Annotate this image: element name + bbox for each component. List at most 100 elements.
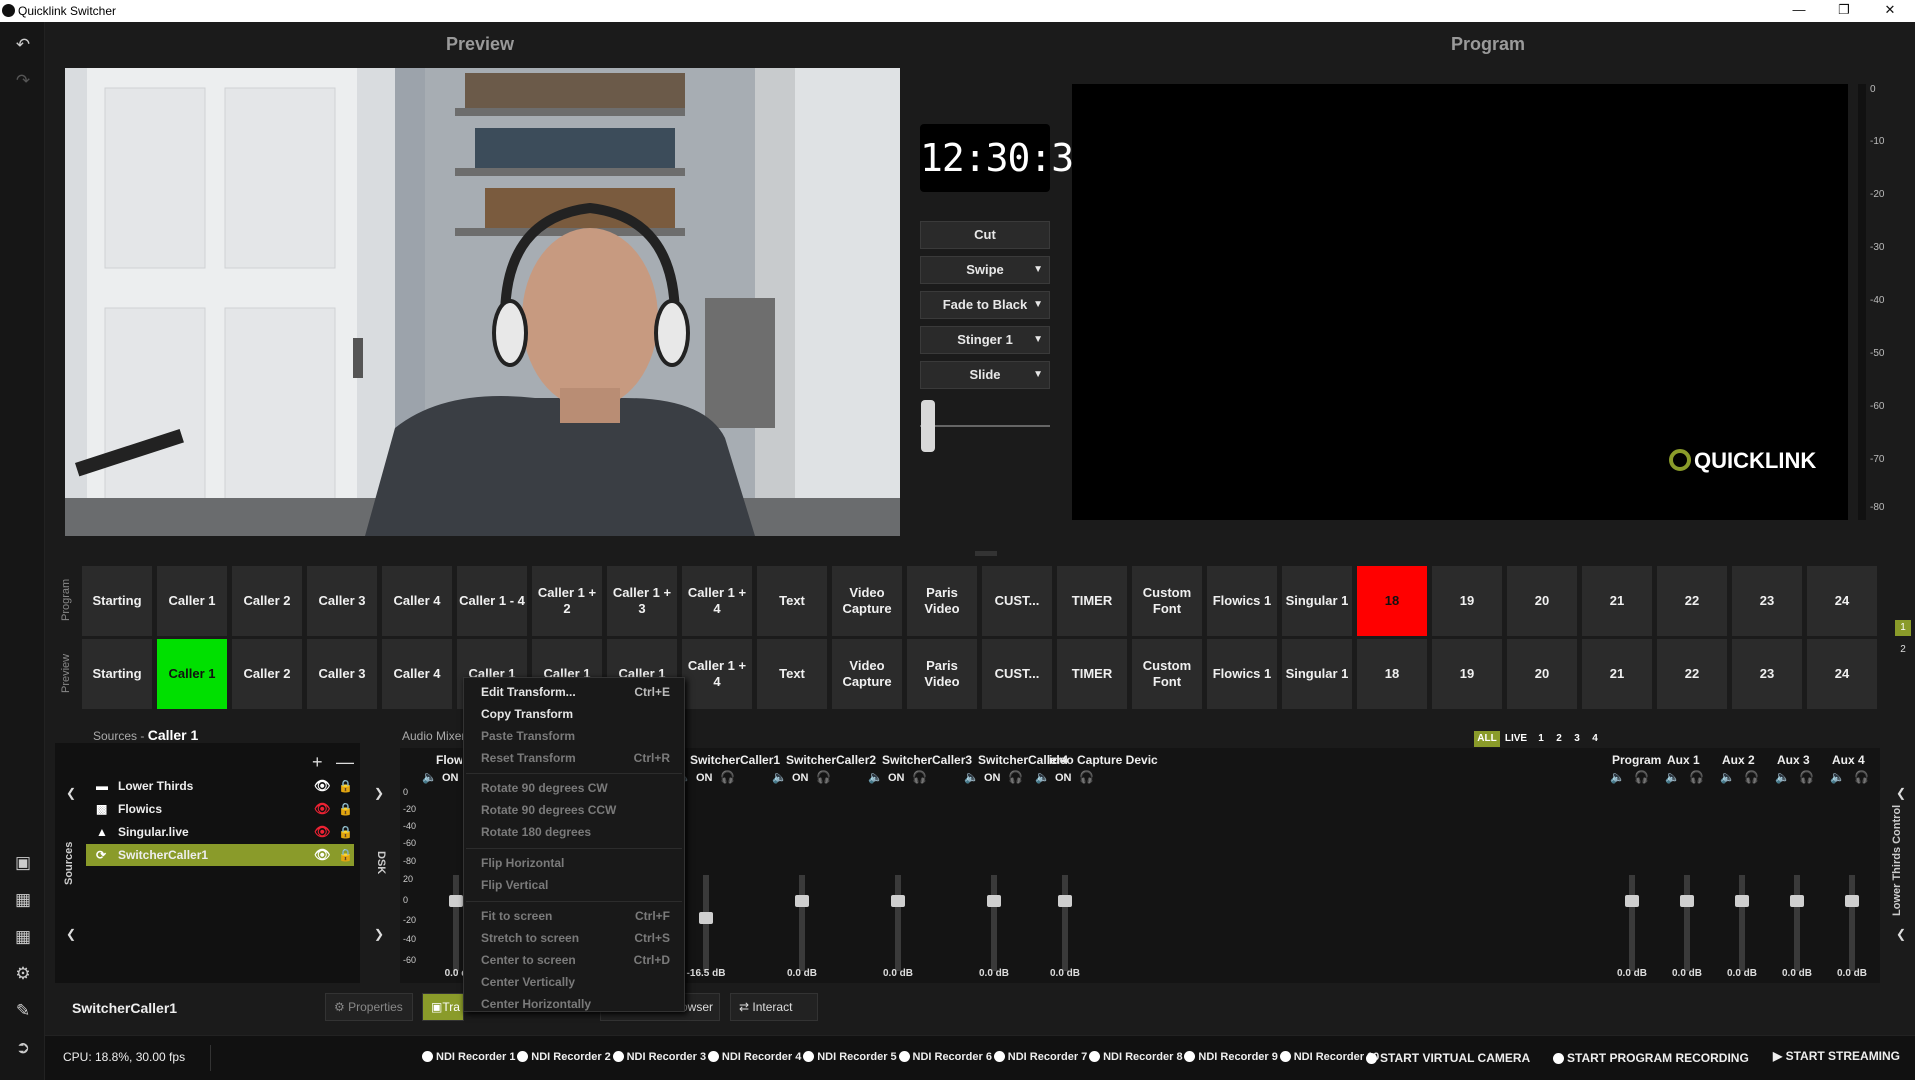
program-source-button[interactable]: CUST... [982,566,1052,636]
audio-filter-all[interactable]: ALL [1474,731,1500,747]
audio-fader-knob[interactable] [987,895,1001,907]
program-source-button[interactable]: Singular 1 [1282,566,1352,636]
context-menu-item[interactable]: Fit to screen [481,909,552,923]
audio-on-toggle[interactable]: ON [442,772,459,784]
page-badge-2[interactable]: 2 [1895,642,1911,658]
preview-source-button[interactable]: Caller 2 [232,639,302,709]
chevron-down-icon[interactable]: ▼ [1033,327,1043,353]
audio-fader-knob[interactable] [1680,895,1694,907]
monitor-icon[interactable]: ▣ [12,852,34,874]
context-menu-item[interactable]: Reset Transform [481,751,576,765]
visibility-eye-icon[interactable]: 👁 [314,844,331,866]
source-item[interactable]: ▲ Singular.live 👁 🔒 [86,821,354,843]
ndi-recorder-button[interactable]: NDI Recorder 3 [613,1051,706,1063]
speaker-icon[interactable]: 🔈 [868,770,883,784]
preview-source-button[interactable]: Video Capture [832,639,902,709]
transition-stinger-button[interactable]: Stinger 1 ▼ [920,326,1050,354]
program-source-button[interactable]: Paris Video [907,566,977,636]
preview-source-button[interactable]: TIMER [1057,639,1127,709]
preview-source-button[interactable]: Starting [82,639,152,709]
preview-source-button[interactable]: 23 [1732,639,1802,709]
ndi-recorder-button[interactable]: NDI Recorder 6 [899,1051,992,1063]
start-virtual-camera-button[interactable]: START VIRTUAL CAMERA [1366,1051,1530,1065]
audio-fader-knob[interactable] [1735,895,1749,907]
headphones-icon[interactable]: 🎧 [1799,770,1814,784]
program-source-button[interactable]: 18 [1357,566,1427,636]
preview-monitor[interactable] [65,68,900,536]
lock-icon[interactable]: 🔒 [338,798,353,820]
preview-source-button[interactable]: Singular 1 [1282,639,1352,709]
audio-fader-knob[interactable] [891,895,905,907]
chevron-left-icon[interactable]: ❮ [66,786,76,800]
audio-fader-knob[interactable] [1790,895,1804,907]
grid-icon[interactable]: ▦ [12,926,34,948]
ndi-recorder-button[interactable]: NDI Recorder 4 [708,1051,801,1063]
audio-on-toggle[interactable]: ON [1055,772,1072,784]
headphones-icon[interactable]: 🎧 [1008,770,1023,784]
speaker-icon[interactable]: 🔈 [1035,770,1050,784]
chevron-down-icon[interactable]: ▼ [1033,257,1043,283]
audio-filter-2[interactable]: 2 [1552,731,1566,747]
preview-source-button[interactable]: Caller 1 + 4 [682,639,752,709]
program-source-button[interactable]: Starting [82,566,152,636]
chevron-right-icon[interactable]: ❯ [374,786,384,800]
context-menu-item[interactable]: Edit Transform... [481,685,576,699]
context-menu-item[interactable]: Center Horizontally [481,997,591,1011]
preview-source-button[interactable]: 18 [1357,639,1427,709]
exit-icon[interactable]: ➲ [12,1037,34,1059]
audio-filter-3[interactable]: 3 [1570,731,1584,747]
ndi-recorder-button[interactable]: NDI Recorder 7 [994,1051,1087,1063]
settings-gear-icon[interactable]: ⚙ [12,963,34,985]
audio-on-toggle[interactable]: ON [696,772,713,784]
headphones-icon[interactable]: 🎧 [816,770,831,784]
context-menu-item[interactable]: Flip Vertical [481,878,548,892]
program-source-button[interactable]: Video Capture [832,566,902,636]
preview-source-button[interactable]: Paris Video [907,639,977,709]
transition-slide-button[interactable]: Slide ▼ [920,361,1050,389]
ndi-recorder-button[interactable]: NDI Recorder 1 [422,1051,515,1063]
audio-on-toggle[interactable]: ON [792,772,809,784]
lower-thirds-control-tab[interactable]: Lower Thirds Control [1891,800,1907,920]
context-menu-item[interactable]: Rotate 180 degrees [481,825,591,839]
preview-source-button[interactable]: 21 [1582,639,1652,709]
visibility-eye-icon[interactable]: 👁 [314,821,331,843]
t-bar-handle[interactable] [921,400,935,452]
program-source-button[interactable]: Caller 4 [382,566,452,636]
preview-source-button[interactable]: Custom Font [1132,639,1202,709]
program-source-button[interactable]: 21 [1582,566,1652,636]
lock-icon[interactable]: 🔒 [338,821,353,843]
speaker-icon[interactable]: 🔈 [1610,770,1625,784]
preview-source-button[interactable]: Caller 3 [307,639,377,709]
speaker-icon[interactable]: 🔈 [422,770,437,784]
preview-source-button[interactable]: CUST... [982,639,1052,709]
context-menu-item[interactable]: Rotate 90 degrees CCW [481,803,616,817]
preview-source-button[interactable]: 24 [1807,639,1877,709]
dsk-tab-label[interactable]: DSK [371,848,387,878]
program-source-button[interactable]: 23 [1732,566,1802,636]
restore-button[interactable]: ❐ [1822,2,1866,18]
headphones-icon[interactable]: 🎧 [912,770,927,784]
chevron-left-icon[interactable]: ❮ [1896,927,1906,941]
program-source-button[interactable]: Caller 1 + 3 [607,566,677,636]
headphones-icon[interactable]: 🎧 [1634,770,1649,784]
speaker-icon[interactable]: 🔈 [1665,770,1680,784]
sources-tab-label[interactable]: Sources [63,828,79,898]
program-source-button[interactable]: 20 [1507,566,1577,636]
program-source-button[interactable]: Caller 3 [307,566,377,636]
context-menu-item[interactable]: Center to screen [481,953,576,967]
remove-source-icon[interactable]: — [336,752,354,773]
program-source-button[interactable]: Caller 1 + 2 [532,566,602,636]
close-button[interactable]: ✕ [1868,2,1912,18]
headphones-icon[interactable]: 🎧 [1689,770,1704,784]
start-program-recording-button[interactable]: START PROGRAM RECORDING [1553,1051,1749,1065]
program-source-button[interactable]: Flowics 1 [1207,566,1277,636]
context-menu-item[interactable]: Flip Horizontal [481,856,564,870]
speaker-icon[interactable]: 🔈 [1720,770,1735,784]
source-item[interactable]: ▩ Flowics 👁 🔒 [86,798,354,820]
audio-filter-live[interactable]: LIVE [1502,731,1530,747]
preview-source-button[interactable]: Caller 1 [157,639,227,709]
transform-tab[interactable]: ▣Tra [422,993,464,1021]
start-streaming-button[interactable]: ▶ START STREAMING [1773,1049,1900,1063]
program-source-button[interactable]: Caller 1 + 4 [682,566,752,636]
audio-filter-1[interactable]: 1 [1534,731,1548,747]
